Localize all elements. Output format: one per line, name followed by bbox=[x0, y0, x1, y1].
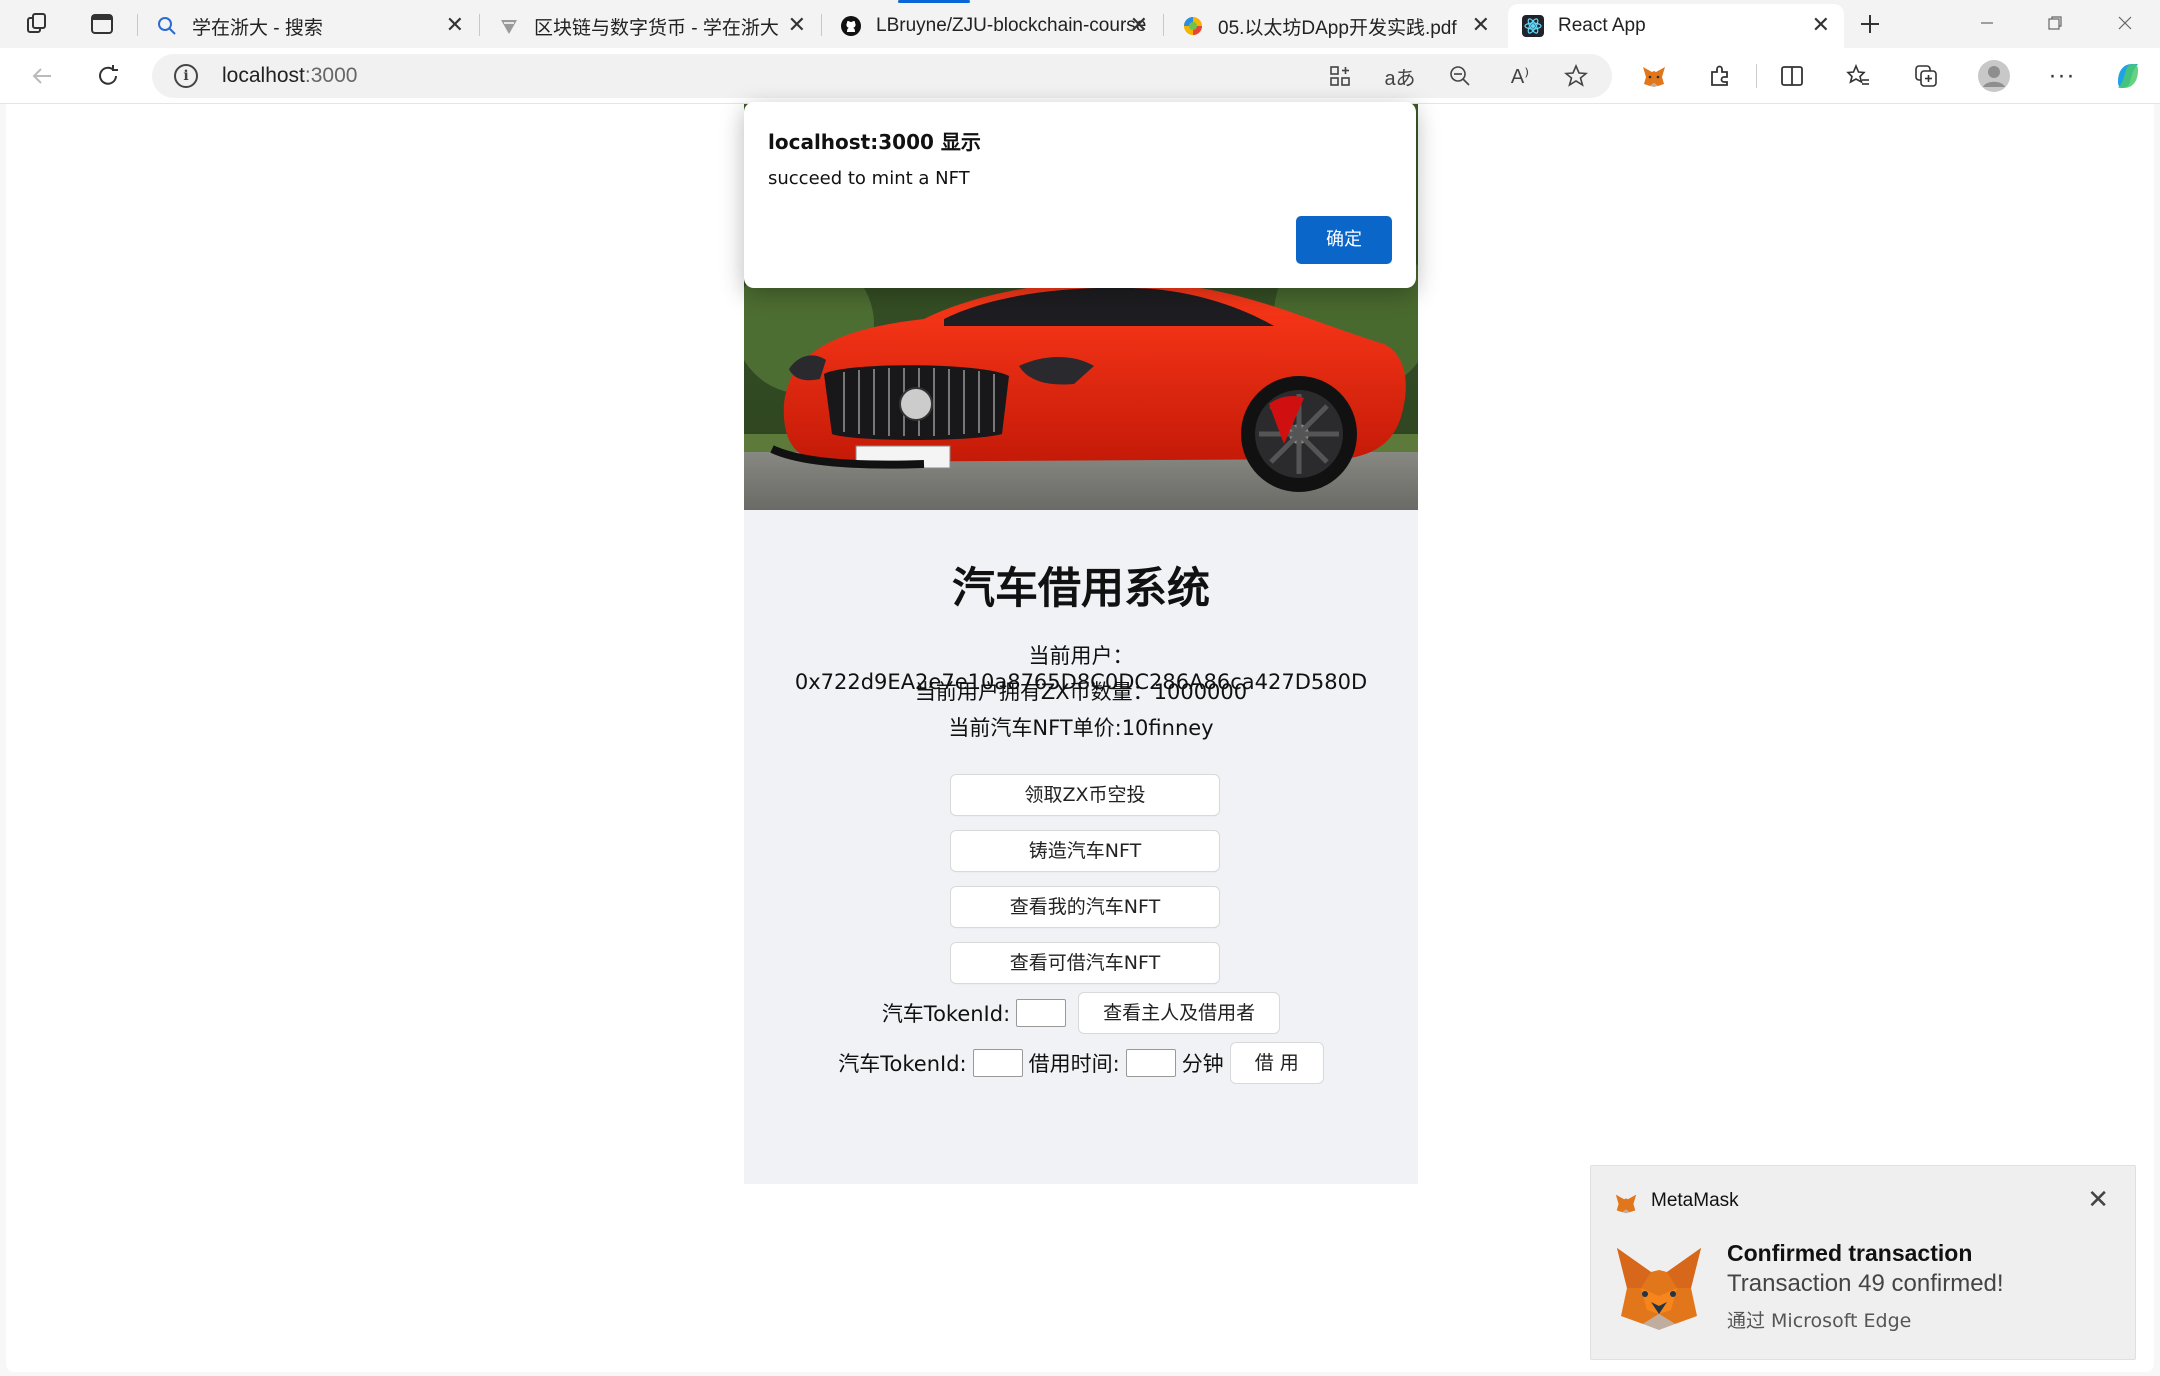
zju-icon bbox=[498, 15, 520, 37]
query-token-id-input[interactable] bbox=[1016, 999, 1067, 1027]
metamask-fox-icon bbox=[1611, 1240, 1707, 1341]
borrow-time-label: 借用时间: bbox=[1028, 1052, 1120, 1076]
collections-icon[interactable] bbox=[1908, 58, 1944, 94]
close-tab-icon[interactable]: ✕ bbox=[446, 12, 464, 38]
alert-dialog: localhost:3000 显示 succeed to mint a NFT … bbox=[744, 102, 1416, 288]
tab-search[interactable]: 学在浙大 - 搜索 ✕ bbox=[142, 4, 478, 48]
tab-react-app[interactable]: React App ✕ bbox=[1508, 4, 1844, 48]
zoom-out-icon[interactable] bbox=[1442, 58, 1478, 94]
browser-toolbar: i localhost:3000 aあ A⁾ ··· bbox=[0, 48, 2160, 104]
close-window-button[interactable] bbox=[2092, 0, 2158, 46]
new-tab-button[interactable] bbox=[1850, 6, 1890, 42]
search-icon bbox=[156, 15, 178, 37]
github-icon bbox=[840, 15, 862, 37]
workspaces-icon[interactable] bbox=[18, 6, 58, 42]
tab-github[interactable]: LBruyne/ZJU-blockchain-course ✕ bbox=[826, 4, 1162, 48]
query-owner-borrower-button[interactable]: 查看主人及借用者 bbox=[1078, 992, 1281, 1034]
refresh-icon[interactable] bbox=[90, 58, 126, 94]
tab-pdf[interactable]: 05.以太坊DApp开发实践.pdf ✕ bbox=[1168, 4, 1504, 48]
nft-price-text: 当前汽车NFT单价:10finney bbox=[948, 716, 1214, 740]
pdf-icon bbox=[1182, 15, 1204, 37]
minutes-unit-label: 分钟 bbox=[1181, 1052, 1224, 1076]
tab-actions-icon[interactable] bbox=[82, 6, 122, 42]
claim-airdrop-button[interactable]: 领取ZX币空投 bbox=[950, 774, 1220, 816]
borrow-row: 汽车TokenId: 借用时间: 分钟 借 用 bbox=[744, 1042, 1418, 1084]
translate-icon[interactable]: aあ bbox=[1382, 58, 1418, 94]
alert-ok-button[interactable]: 确定 bbox=[1296, 216, 1392, 264]
notification-body: Transaction 49 confirmed! bbox=[1727, 1270, 2004, 1297]
page-title: 汽车借用系统 bbox=[952, 564, 1210, 614]
close-tab-icon[interactable]: ✕ bbox=[1130, 12, 1148, 38]
copilot-icon[interactable] bbox=[2110, 58, 2146, 94]
read-aloud-icon[interactable]: A⁾ bbox=[1502, 58, 1538, 94]
close-tab-icon[interactable]: ✕ bbox=[1812, 12, 1830, 38]
split-screen-icon[interactable] bbox=[1774, 58, 1810, 94]
restore-button[interactable] bbox=[2022, 0, 2088, 46]
notification-title: Confirmed transaction bbox=[1727, 1240, 1973, 1266]
close-tab-icon[interactable]: ✕ bbox=[788, 12, 806, 38]
address-bar[interactable]: i localhost:3000 aあ A⁾ bbox=[152, 54, 1612, 98]
borrow-token-id-label: 汽车TokenId: bbox=[838, 1052, 967, 1076]
metamask-notification[interactable]: MetaMask ✕ Confirmed transaction Transac… bbox=[1590, 1165, 2136, 1360]
metamask-extension-icon[interactable] bbox=[1636, 58, 1672, 94]
notification-app-name: MetaMask bbox=[1651, 1190, 1739, 1211]
alert-message: succeed to mint a NFT bbox=[768, 168, 970, 189]
app-available-icon[interactable] bbox=[1322, 58, 1358, 94]
view-my-nft-button[interactable]: 查看我的汽车NFT bbox=[950, 886, 1220, 928]
mint-nft-button[interactable]: 铸造汽车NFT bbox=[950, 830, 1220, 872]
notification-close-icon[interactable]: ✕ bbox=[2087, 1184, 2109, 1215]
borrow-time-input[interactable] bbox=[1125, 1049, 1176, 1077]
close-tab-icon[interactable]: ✕ bbox=[1472, 12, 1490, 38]
profile-avatar-icon[interactable] bbox=[1976, 58, 2012, 94]
site-info-icon[interactable]: i bbox=[174, 64, 198, 88]
more-options-icon[interactable]: ··· bbox=[2044, 58, 2080, 94]
borrow-token-id-input[interactable] bbox=[972, 1049, 1023, 1077]
view-available-nft-button[interactable]: 查看可借汽车NFT bbox=[950, 942, 1220, 984]
notification-source: 通过 Microsoft Edge bbox=[1727, 1310, 1912, 1332]
tab-loading-indicator bbox=[898, 0, 970, 3]
back-icon[interactable] bbox=[24, 58, 60, 94]
metamask-small-icon bbox=[1613, 1190, 1639, 1221]
favorite-star-icon[interactable] bbox=[1558, 58, 1594, 94]
favorites-icon[interactable] bbox=[1840, 58, 1876, 94]
zx-balance-text: 当前用户拥有ZX币数量：1000000 bbox=[914, 680, 1248, 704]
tab-strip: 学在浙大 - 搜索 ✕ 区块链与数字货币 - 学在浙大 ✕ LBruyne/ZJ… bbox=[0, 0, 2160, 48]
tab-course[interactable]: 区块链与数字货币 - 学在浙大 ✕ bbox=[484, 4, 820, 48]
query-owner-row: 汽车TokenId: 查看主人及借用者 bbox=[744, 992, 1418, 1034]
url-text[interactable]: localhost:3000 bbox=[222, 64, 357, 88]
react-icon bbox=[1522, 15, 1544, 37]
borrow-button[interactable]: 借 用 bbox=[1229, 1042, 1324, 1084]
minimize-button[interactable] bbox=[1954, 0, 2020, 46]
extensions-icon[interactable] bbox=[1702, 58, 1738, 94]
alert-title: localhost:3000 显示 bbox=[768, 130, 981, 154]
token-id-label: 汽车TokenId: bbox=[881, 1002, 1011, 1026]
